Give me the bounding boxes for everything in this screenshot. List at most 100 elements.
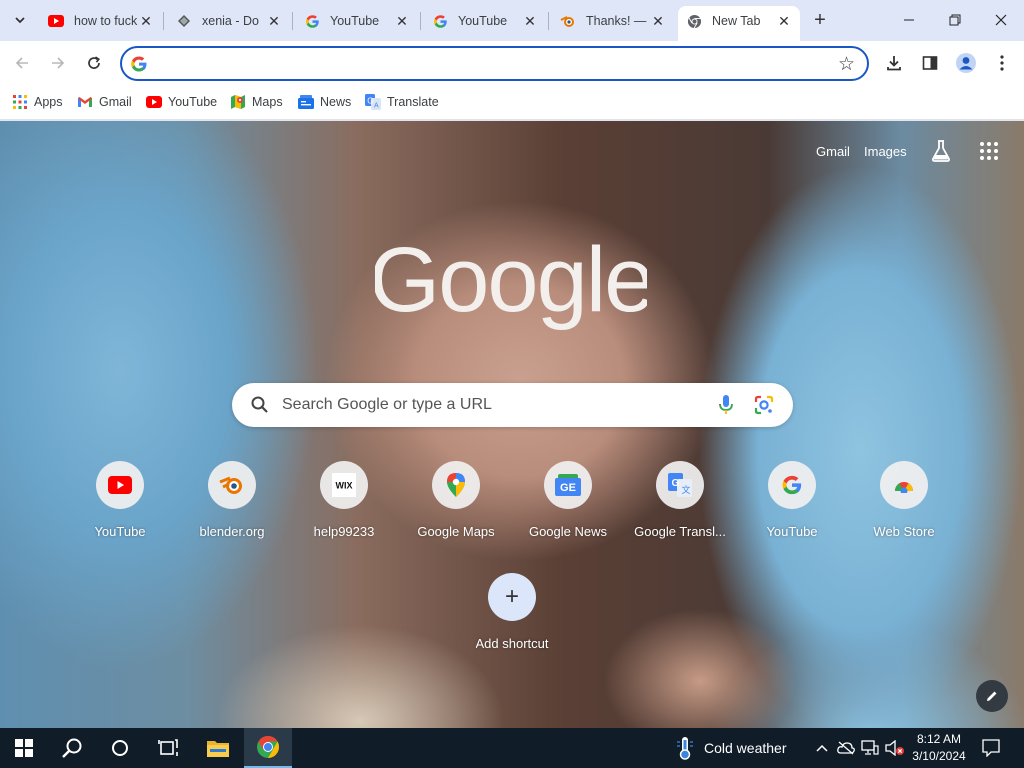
bookmark-translate[interactable]: GA Translate [365, 92, 439, 112]
weather-widget[interactable]: Cold weather [676, 728, 787, 768]
google-logo-text: Google [375, 241, 647, 331]
tab-divider [548, 12, 549, 30]
tab-1[interactable]: how to fuck ✕ [40, 6, 162, 36]
svg-text:GE: GE [560, 482, 576, 494]
shortcut-icon-tile [768, 461, 816, 509]
forward-button[interactable] [44, 49, 72, 77]
google-lens-icon[interactable] [753, 394, 775, 416]
shortcut-youtube-2[interactable]: YouTube [736, 461, 848, 549]
reload-button[interactable] [80, 49, 108, 77]
kebab-menu-icon [1000, 55, 1004, 71]
tab-title: YouTube [458, 14, 508, 28]
tab-2[interactable]: xenia - Do ✕ [168, 6, 290, 36]
google-apps-button[interactable] [979, 141, 999, 161]
address-bar[interactable]: ☆ [120, 46, 869, 81]
youtube-icon [146, 94, 162, 110]
address-input[interactable] [156, 52, 816, 76]
tab-title: xenia - Do [202, 14, 259, 28]
close-icon[interactable]: ✕ [650, 13, 666, 29]
task-view-button[interactable] [144, 728, 192, 768]
tab-divider [420, 12, 421, 30]
close-icon[interactable]: ✕ [138, 13, 154, 29]
cortana-button[interactable] [96, 728, 144, 768]
svg-text:WIX: WIX [336, 481, 353, 491]
windows-logo-icon [15, 739, 33, 757]
restore-button[interactable] [932, 0, 978, 40]
svg-text:文: 文 [682, 484, 691, 495]
back-button[interactable] [8, 49, 36, 77]
ntp-search-box[interactable] [232, 383, 793, 427]
youtube-icon [48, 13, 64, 29]
bookmark-label: Maps [252, 95, 283, 109]
close-icon[interactable]: ✕ [394, 13, 410, 29]
svg-text:A: A [374, 103, 379, 110]
tab-5[interactable]: Thanks! — ✕ [552, 6, 674, 36]
chevron-down-icon [15, 17, 25, 24]
file-explorer-taskbar-button[interactable] [194, 728, 242, 768]
shortcut-google-maps[interactable]: Google Maps [400, 461, 512, 549]
shortcut-youtube[interactable]: YouTube [64, 461, 176, 549]
start-button[interactable] [0, 728, 48, 768]
shortcut-icon-tile: GE [544, 461, 592, 509]
show-hidden-icons-button[interactable] [812, 728, 832, 768]
tab-divider [292, 12, 293, 30]
bookmark-apps[interactable]: Apps [12, 92, 63, 112]
shortcut-icon-tile [208, 461, 256, 509]
shortcut-label: blender.org [199, 524, 265, 539]
shortcut-google-translate[interactable]: G文 Google Transl... [624, 461, 736, 549]
youtube-icon [108, 476, 132, 494]
gmail-icon [77, 94, 93, 110]
labs-button[interactable] [930, 139, 952, 163]
svg-text:G: G [367, 97, 373, 106]
close-icon[interactable]: ✕ [266, 13, 282, 29]
close-icon[interactable]: ✕ [776, 13, 792, 29]
notification-icon [982, 739, 1000, 757]
shortcut-label: help99233 [313, 524, 375, 539]
gmail-link[interactable]: Gmail [816, 144, 850, 159]
tab-6-active[interactable]: New Tab ✕ [678, 6, 800, 41]
chrome-taskbar-button[interactable] [244, 728, 292, 768]
arrow-right-icon [52, 57, 65, 69]
bookmark-gmail[interactable]: Gmail [77, 92, 132, 112]
google-logo: Google [375, 241, 647, 331]
shortcut-help99233[interactable]: WIX help99233 [288, 461, 400, 549]
shortcut-google-news[interactable]: GE Google News [512, 461, 624, 549]
menu-button[interactable] [989, 50, 1015, 76]
apps-grid-icon [980, 142, 998, 160]
bookmark-label: News [320, 95, 352, 109]
action-center-button[interactable] [976, 728, 1006, 768]
close-icon[interactable]: ✕ [522, 13, 538, 29]
svg-text:G: G [672, 478, 680, 489]
shortcut-web-store[interactable]: Web Store [848, 461, 960, 549]
minimize-button[interactable] [886, 0, 932, 40]
taskbar-search-button[interactable] [48, 728, 96, 768]
tab-3[interactable]: YouTube ✕ [296, 6, 418, 36]
side-panel-button[interactable] [917, 50, 943, 76]
microphone-icon[interactable] [718, 394, 734, 416]
bookmark-star-icon[interactable]: ☆ [838, 53, 855, 76]
minimize-icon [904, 19, 914, 21]
task-view-icon [158, 739, 178, 756]
add-shortcut-button[interactable]: + Add shortcut [456, 573, 568, 661]
onedrive-tray-button[interactable] [836, 728, 856, 768]
volume-tray-button[interactable] [884, 728, 906, 768]
bookmark-maps[interactable]: Maps [230, 92, 283, 112]
taskbar-clock[interactable]: 8:12 AM 3/10/2024 [906, 731, 972, 765]
tab-4[interactable]: YouTube ✕ [424, 6, 546, 36]
shortcut-blender[interactable]: blender.org [176, 461, 288, 549]
images-link[interactable]: Images [864, 144, 907, 159]
close-window-button[interactable] [978, 0, 1024, 40]
ntp-search-input[interactable] [282, 393, 702, 417]
downloads-button[interactable] [881, 50, 907, 76]
tab-title: New Tab [712, 14, 761, 28]
maps-pin-icon [447, 473, 465, 497]
google-g-icon [304, 13, 320, 29]
network-tray-button[interactable] [860, 728, 880, 768]
new-tab-button[interactable]: + [808, 8, 832, 32]
bookmark-news[interactable]: News [298, 92, 351, 112]
tab-search-button[interactable] [8, 8, 32, 32]
profile-button[interactable] [953, 50, 979, 76]
customize-page-button[interactable] [976, 680, 1008, 712]
clock-time: 8:12 AM [916, 732, 962, 746]
bookmark-youtube[interactable]: YouTube [146, 92, 217, 112]
